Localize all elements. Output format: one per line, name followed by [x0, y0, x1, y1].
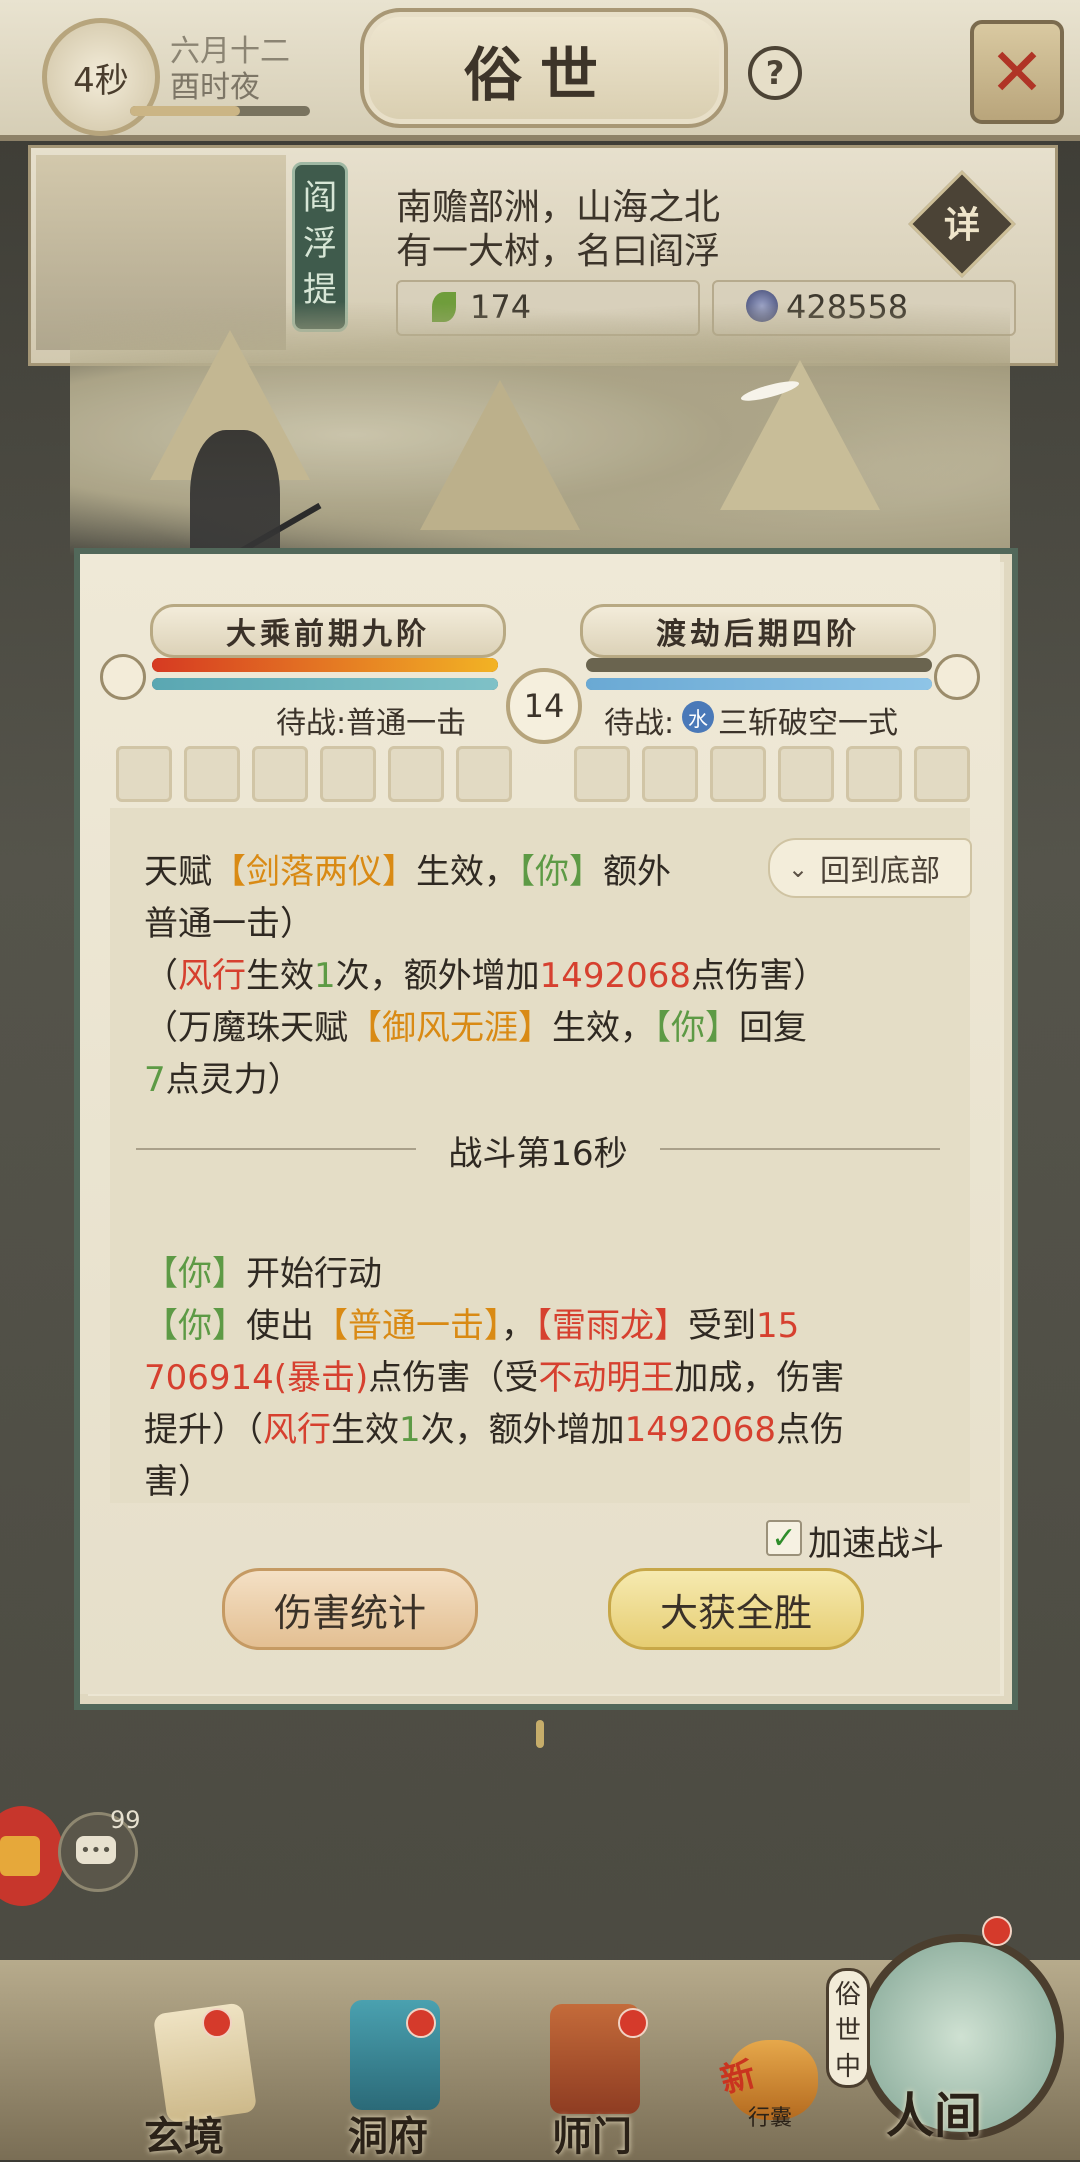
player-skill-slot[interactable] [388, 746, 444, 802]
chevron-down-icon: ⌄ [788, 855, 809, 883]
player-skill-slot[interactable] [252, 746, 308, 802]
log-separator-time: 战斗第16秒 [448, 1134, 628, 1174]
enemy-avatar[interactable] [934, 654, 980, 700]
time-of-day: 酉时夜 [170, 70, 260, 105]
world-label[interactable]: 人间 [886, 2076, 982, 2146]
log-line: 7点灵力） [144, 1060, 302, 1100]
notification-dot [982, 1916, 1012, 1946]
enemy-hp-track [586, 658, 932, 672]
scroll-to-bottom-button[interactable]: ⌄ 回到底部 [768, 838, 972, 898]
enemy-mp-bar [586, 678, 932, 690]
log-line: 害） [144, 1462, 212, 1502]
log-line: 普通一击） [144, 904, 314, 944]
help-icon[interactable]: ? [748, 46, 802, 100]
battle-timer: 4秒 [42, 18, 160, 136]
chat-unread-count: 99 [110, 1806, 141, 1834]
nav-item-dongfu[interactable]: 洞府 [320, 1960, 480, 2160]
mountain-peak [420, 380, 580, 530]
player-skill-slot[interactable] [184, 746, 240, 802]
close-icon[interactable]: ✕ [970, 20, 1064, 124]
player-skill-slot[interactable] [116, 746, 172, 802]
water-element-icon: 水 [682, 701, 714, 733]
damage-stats-button[interactable]: 伤害统计 [222, 1568, 478, 1650]
mountain-peak [720, 360, 880, 510]
log-line: 706914(暴击)点伤害（受不动明王加成，伤害 [144, 1358, 845, 1398]
world-state-tag: 俗世中 [826, 1968, 870, 2088]
log-line: 【你】使出【普通一击】，【雷雨龙】受到15 [144, 1306, 800, 1346]
notification-dot [202, 2008, 232, 2038]
enemy-realm: 渡劫后期四阶 [580, 604, 936, 658]
detail-button-label[interactable]: 详 [924, 196, 1000, 248]
nav-label: 师门 [552, 2113, 632, 2160]
player-avatar[interactable] [100, 654, 146, 700]
player-skill-slot[interactable] [320, 746, 376, 802]
time-progress-fill [130, 106, 240, 116]
speed-up-checkbox[interactable]: ✓ [766, 1520, 802, 1556]
enemy-waiting-prefix: 待战: [604, 706, 675, 741]
enemy-skill-slot[interactable] [642, 746, 698, 802]
scroll-tassel [536, 1720, 544, 1748]
player-skill-slot[interactable] [456, 746, 512, 802]
log-line: 天赋【剑落两仪】生效，【你】额外 [144, 852, 671, 892]
enemy-skill-slot[interactable] [914, 746, 970, 802]
victory-button[interactable]: 大获全胜 [608, 1568, 864, 1650]
nav-item-shimen[interactable]: 师门 [510, 1960, 670, 2160]
scroll-to-bottom-label: 回到底部 [820, 854, 940, 889]
enemy-skill-slot[interactable] [778, 746, 834, 802]
nav-label: 玄境 [144, 2113, 224, 2160]
chat-bubble-icon: ••• [76, 1836, 116, 1864]
nav-label: 洞府 [348, 2113, 428, 2160]
treasure-chest-icon [0, 1836, 40, 1876]
nav-label: 行囊 [748, 2106, 793, 2131]
region-desc-line2: 有一大树，名曰阎浮 [396, 231, 721, 272]
log-line: （万魔珠天赋【御风无涯】生效，【你】回复 [144, 1008, 807, 1048]
log-separator-right [660, 1148, 940, 1150]
log-line: 提升）（风行生效1次，额外增加1492068点伤 [144, 1410, 845, 1450]
player-mp-bar [152, 678, 498, 690]
enemy-skill-slot[interactable] [710, 746, 766, 802]
notification-dot [406, 2008, 436, 2038]
enemy-skill-slot[interactable] [846, 746, 902, 802]
nav-item-xuanjing[interactable]: 玄境 [130, 1960, 290, 2160]
page-title: 俗世 [463, 41, 616, 109]
player-hp-bar [152, 658, 498, 672]
log-separator-left [136, 1148, 416, 1150]
log-line: （风行生效1次，额外增加1492068点伤害） [144, 956, 828, 996]
round-counter: 14 [506, 668, 582, 744]
log-line: 【你】开始行动 [144, 1254, 382, 1294]
notification-dot [618, 2008, 648, 2038]
player-waiting-skill: 待战:普通一击 [276, 706, 467, 741]
enemy-skill-slot[interactable] [574, 746, 630, 802]
player-realm: 大乘前期九阶 [150, 604, 506, 658]
enemy-waiting-skill: 三斩破空一式 [718, 706, 898, 741]
speed-up-label[interactable]: 加速战斗 [808, 1516, 944, 1565]
